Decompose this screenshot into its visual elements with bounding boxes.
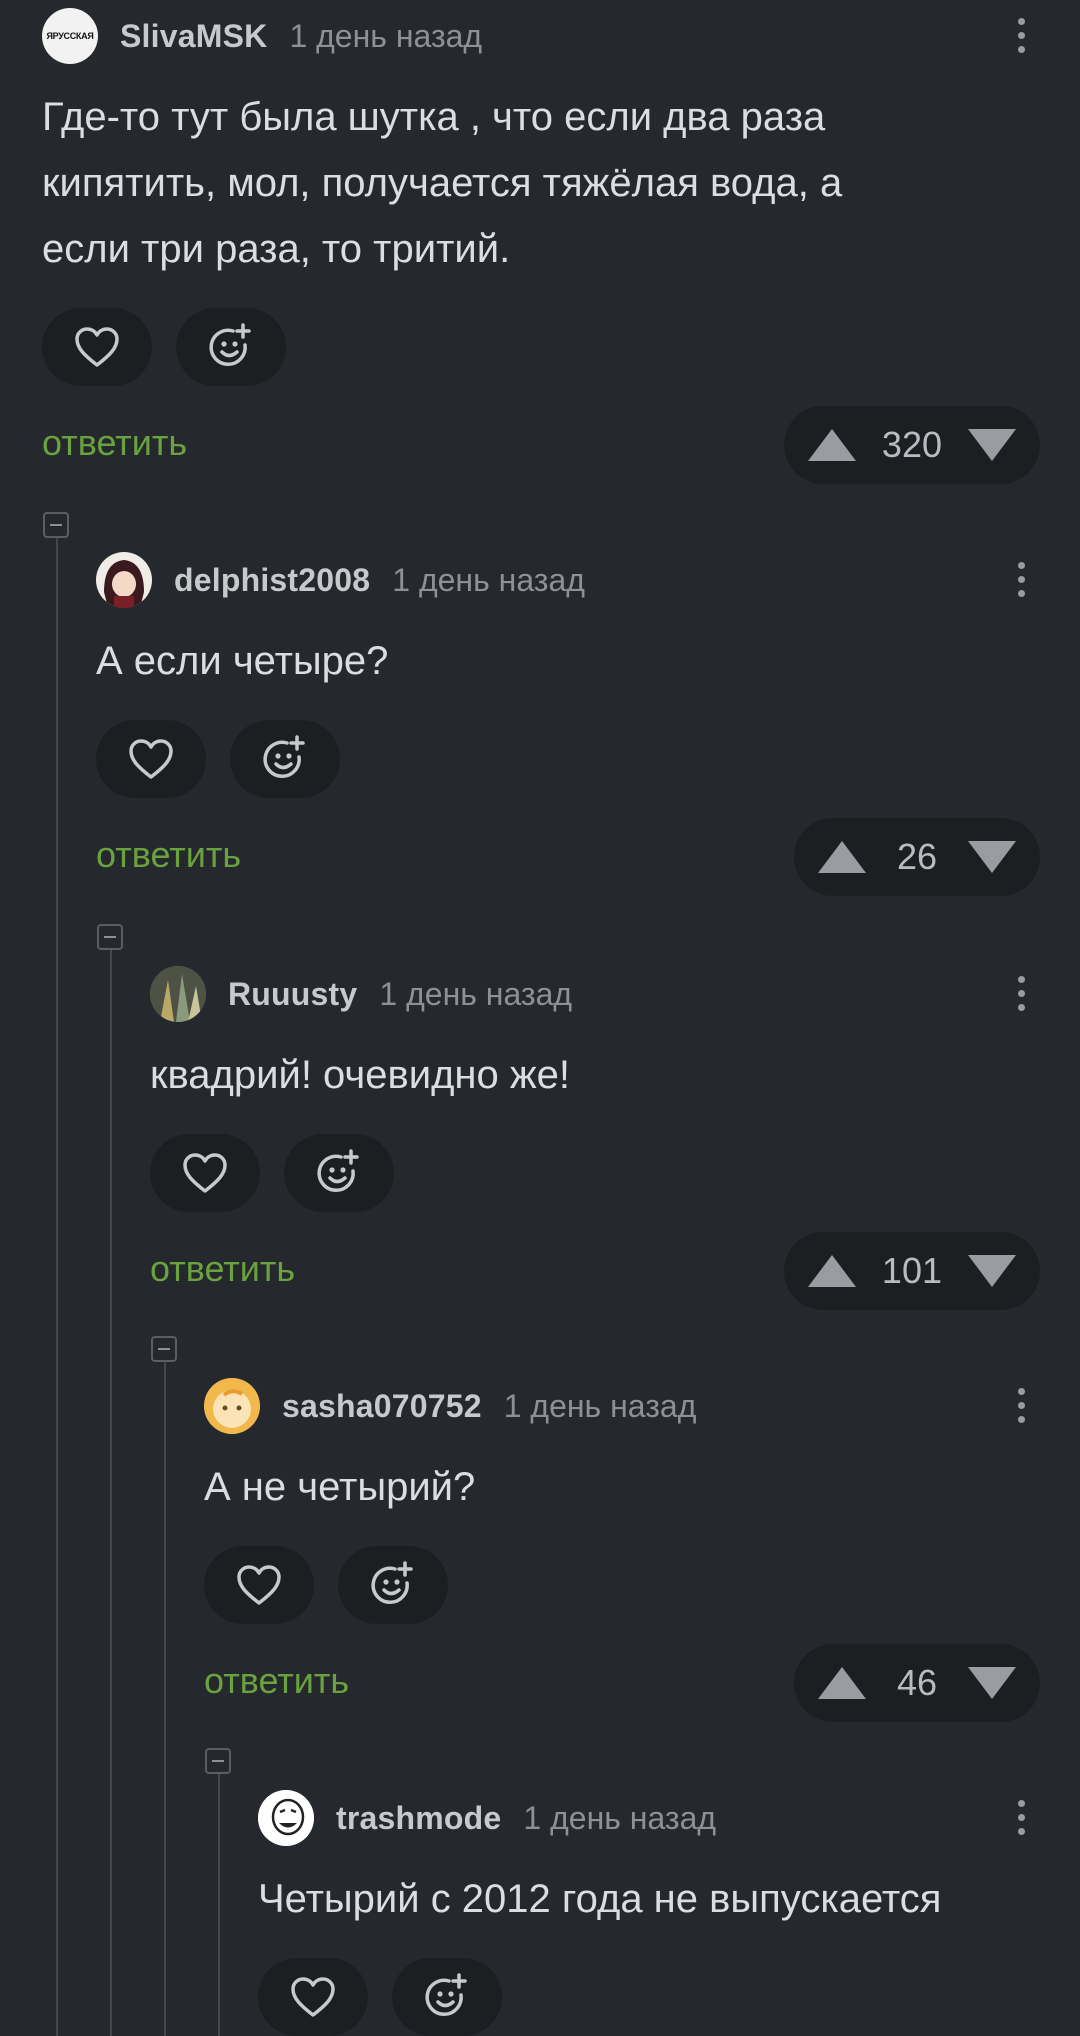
comment-header: delphist2008 1 день назад [96,552,1040,608]
add-reaction-button[interactable] [338,1546,448,1624]
vote-control: 26 [794,818,1040,896]
username[interactable]: SlivaMSK [120,18,267,55]
comment: ЯРУССКАЯ SlivaMSK 1 день назад Где-то ту… [42,8,1040,484]
avatar[interactable]: ЯРУССКАЯ [42,8,98,64]
timestamp: 1 день назад [392,561,585,598]
vote-control: 46 [794,1644,1040,1722]
heart-icon [237,1565,281,1605]
add-reaction-icon [425,1973,467,2017]
comment: delphist2008 1 день назад А если четыре?… [96,552,1040,896]
timestamp: 1 день назад [523,1799,717,1836]
add-reaction-button[interactable] [230,720,340,798]
more-icon[interactable] [1018,18,1026,53]
heart-icon [183,1153,227,1193]
avatar[interactable] [96,552,152,608]
heart-icon [291,1977,335,2017]
comment-header: sasha070752 1 день назад [204,1378,1040,1434]
comment-header: trashmode 1 день назад [258,1790,1040,1846]
comment: trashmode 1 день назад Четырий с 2012 го… [258,1790,1040,2036]
collapse-toggle[interactable] [151,1336,177,1362]
collapse-toggle[interactable] [97,924,123,950]
add-reaction-icon [209,323,251,367]
upvote-icon[interactable] [807,429,856,461]
comment-text: квадрий! очевидно же! [150,1053,570,1097]
username[interactable]: sasha070752 [282,1388,482,1425]
downvote-icon[interactable] [968,1255,1016,1287]
vote-count: 46 [896,1662,938,1703]
like-button[interactable] [96,720,206,798]
comment: Ruuusty 1 день назад квадрий! очевидно ж… [150,966,1040,1310]
thread-line [56,536,58,2036]
upvote-icon[interactable] [818,841,866,873]
heart-icon [129,739,173,779]
comment-text: Четырий с 2012 года не выпускается [258,1877,942,1921]
like-button[interactable] [42,308,152,386]
collapse-toggle[interactable] [205,1748,231,1774]
add-reaction-button[interactable] [392,1958,502,2036]
timestamp: 1 день назад [289,17,483,54]
vote-count: 320 [881,424,942,465]
upvote-icon[interactable] [818,1667,866,1699]
avatar-image [258,1790,314,1846]
vote-count: 26 [896,836,938,877]
avatar[interactable] [204,1378,260,1434]
avatar-logo-text: ЯРУССКАЯ [46,31,94,41]
comment-header: ЯРУССКАЯ SlivaMSK 1 день назад [42,8,1040,64]
reply-link[interactable]: ответить [204,1660,349,1702]
comment: sasha070752 1 день назад А не четырий? о… [204,1378,1040,1722]
username[interactable]: trashmode [336,1800,501,1837]
avatar-image [204,1378,260,1434]
vote-control: 320 [783,406,1040,484]
comment-text: Где-то тут была шутка , что если два раз… [42,95,843,271]
timestamp: 1 день назад [503,1387,697,1424]
upvote-icon[interactable] [807,1255,856,1287]
timestamp: 1 день назад [379,975,573,1012]
reply-link[interactable]: ответить [42,422,187,464]
vote-count: 101 [881,1250,942,1291]
downvote-icon[interactable] [968,841,1016,873]
like-button[interactable] [204,1546,314,1624]
comment-header: Ruuusty 1 день назад [150,966,1040,1022]
comment-text: А не четырий? [204,1465,476,1509]
add-reaction-icon [371,1561,413,1605]
like-button[interactable] [150,1134,260,1212]
vote-control: 101 [783,1232,1040,1310]
more-icon[interactable] [1018,976,1026,1011]
reply-link[interactable]: ответить [150,1248,295,1290]
downvote-icon[interactable] [968,429,1016,461]
thread-line [110,948,112,2036]
add-reaction-icon [263,735,305,779]
collapse-toggle[interactable] [43,512,69,538]
avatar[interactable] [258,1790,314,1846]
heart-icon [75,327,119,367]
add-reaction-icon [317,1149,359,1193]
more-icon[interactable] [1018,1388,1026,1423]
username[interactable]: Ruuusty [228,976,357,1013]
add-reaction-button[interactable] [284,1134,394,1212]
username[interactable]: delphist2008 [174,562,370,599]
reply-link[interactable]: ответить [96,834,241,876]
avatar-image [150,966,206,1022]
add-reaction-button[interactable] [176,308,286,386]
more-icon[interactable] [1018,562,1026,597]
comment-text: А если четыре? [96,639,389,683]
avatar[interactable] [150,966,206,1022]
downvote-icon[interactable] [968,1667,1016,1699]
thread-line [218,1772,220,2036]
thread-line [164,1360,166,2036]
avatar-image [104,560,144,608]
like-button[interactable] [258,1958,368,2036]
more-icon[interactable] [1018,1800,1026,1835]
